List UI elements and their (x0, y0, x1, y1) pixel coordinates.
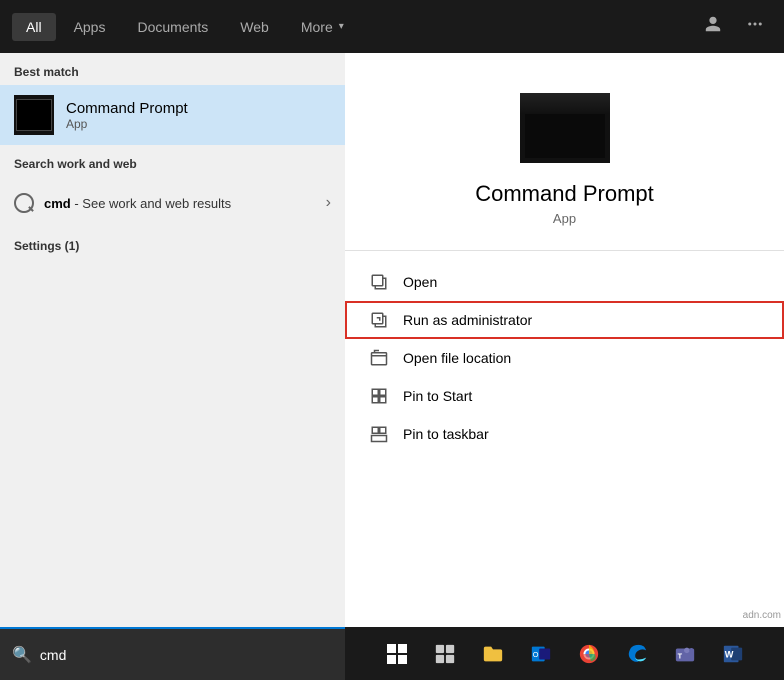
run-as-admin-label: Run as administrator (403, 312, 532, 328)
command-prompt-big-icon (520, 93, 610, 163)
pin-to-start-label: Pin to Start (403, 388, 472, 404)
web-arrow-icon: › (326, 194, 331, 212)
taskbar-search-text: cmd (40, 647, 66, 663)
chrome-button[interactable] (567, 627, 611, 680)
web-query: cmd (44, 196, 71, 211)
settings-count: Settings (1) (0, 233, 345, 259)
taskbar-search-box[interactable]: 🔍 cmd (0, 627, 345, 680)
action-open-file-location[interactable]: Open file location (345, 339, 784, 377)
pin-to-start-icon (369, 386, 389, 406)
left-panel: Best match Command Prompt App Search wor… (0, 53, 345, 627)
search-web-label: Search work and web (0, 145, 345, 177)
action-pin-to-taskbar[interactable]: Pin to taskbar (345, 415, 784, 453)
teams-button[interactable]: T (663, 627, 707, 680)
windows-logo-icon (387, 644, 407, 664)
search-content: Best match Command Prompt App Search wor… (0, 53, 784, 627)
tab-more[interactable]: More ▾ (287, 13, 358, 41)
tab-documents-label: Documents (137, 19, 208, 35)
svg-text:T: T (677, 651, 682, 660)
start-button[interactable] (375, 627, 419, 680)
open-file-location-icon (369, 348, 389, 368)
svg-text:W: W (724, 649, 733, 659)
best-match-item[interactable]: Command Prompt App (0, 85, 345, 145)
action-list: Open Run as administrator (345, 259, 784, 457)
open-label: Open (403, 274, 437, 290)
search-web-section: cmd - See work and web results › (0, 177, 345, 229)
action-run-as-admin[interactable]: Run as administrator (345, 301, 784, 339)
settings-section: Settings (1) (0, 229, 345, 263)
tab-documents[interactable]: Documents (123, 13, 222, 41)
action-pin-to-start[interactable]: Pin to Start (345, 377, 784, 415)
top-nav: All Apps Documents Web More ▾ (0, 0, 784, 53)
file-explorer-button[interactable] (471, 627, 515, 680)
app-big-name: Command Prompt (475, 181, 654, 207)
command-prompt-small-icon (14, 95, 54, 135)
tab-all-label: All (26, 19, 42, 35)
pin-to-taskbar-icon (369, 424, 389, 444)
action-open[interactable]: Open (345, 263, 784, 301)
edge-button[interactable] (615, 627, 659, 680)
task-view-button[interactable] (423, 627, 467, 680)
tab-apps[interactable]: Apps (60, 13, 120, 41)
chevron-down-icon: ▾ (339, 21, 344, 32)
open-file-location-label: Open file location (403, 350, 511, 366)
svg-text:O: O (532, 649, 538, 658)
nav-right-icons (696, 11, 772, 42)
word-button[interactable]: W (711, 627, 755, 680)
tab-web[interactable]: Web (226, 13, 283, 41)
pin-to-taskbar-label: Pin to taskbar (403, 426, 489, 442)
cmd-screen (525, 98, 605, 158)
best-match-type: App (66, 117, 188, 131)
taskbar: 🔍 cmd (0, 627, 784, 680)
person-icon-button[interactable] (696, 11, 730, 42)
web-item-text: cmd - See work and web results (44, 196, 231, 211)
tab-more-label: More (301, 19, 333, 35)
tab-web-label: Web (240, 19, 269, 35)
best-match-label: Best match (0, 53, 345, 85)
outlook-button[interactable]: O (519, 627, 563, 680)
run-as-admin-icon (369, 310, 389, 330)
tab-all[interactable]: All (12, 13, 56, 41)
web-suffix: - See work and web results (71, 196, 231, 211)
more-dots-button[interactable] (738, 11, 772, 42)
divider (345, 250, 784, 251)
web-search-item[interactable]: cmd - See work and web results › (0, 185, 345, 221)
open-icon (369, 272, 389, 292)
search-circle-icon (14, 193, 34, 213)
right-panel: Command Prompt App Open (345, 53, 784, 627)
taskbar-search-icon: 🔍 (12, 645, 32, 665)
tab-apps-label: Apps (74, 19, 106, 35)
best-match-name: Command Prompt (66, 100, 188, 117)
taskbar-icons: O (345, 627, 784, 680)
app-big-type: App (553, 211, 576, 226)
watermark: adn.com (740, 609, 784, 622)
best-match-text: Command Prompt App (66, 100, 188, 131)
